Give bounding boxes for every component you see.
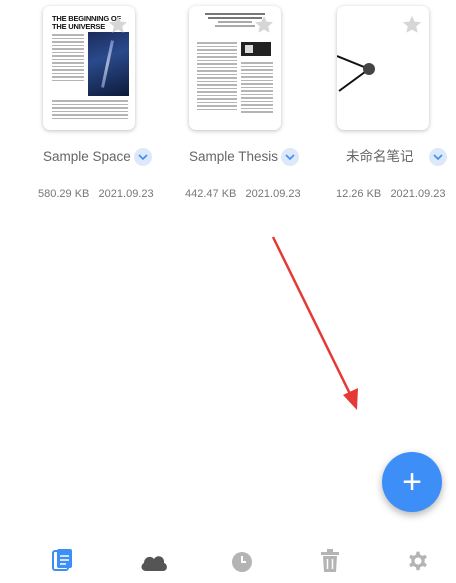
plus-icon: + <box>402 463 422 501</box>
add-button[interactable]: + <box>382 452 442 512</box>
clock-icon <box>232 552 252 572</box>
documents-icon <box>52 549 72 571</box>
gear-icon <box>409 551 427 571</box>
nav-documents[interactable] <box>52 548 74 572</box>
nav-trash[interactable] <box>320 549 340 573</box>
nav-settings[interactable] <box>406 549 430 573</box>
cloud-icon <box>141 556 167 571</box>
trash-icon <box>321 549 339 572</box>
nav-cloud[interactable] <box>139 552 169 572</box>
nav-recent[interactable] <box>231 551 253 573</box>
